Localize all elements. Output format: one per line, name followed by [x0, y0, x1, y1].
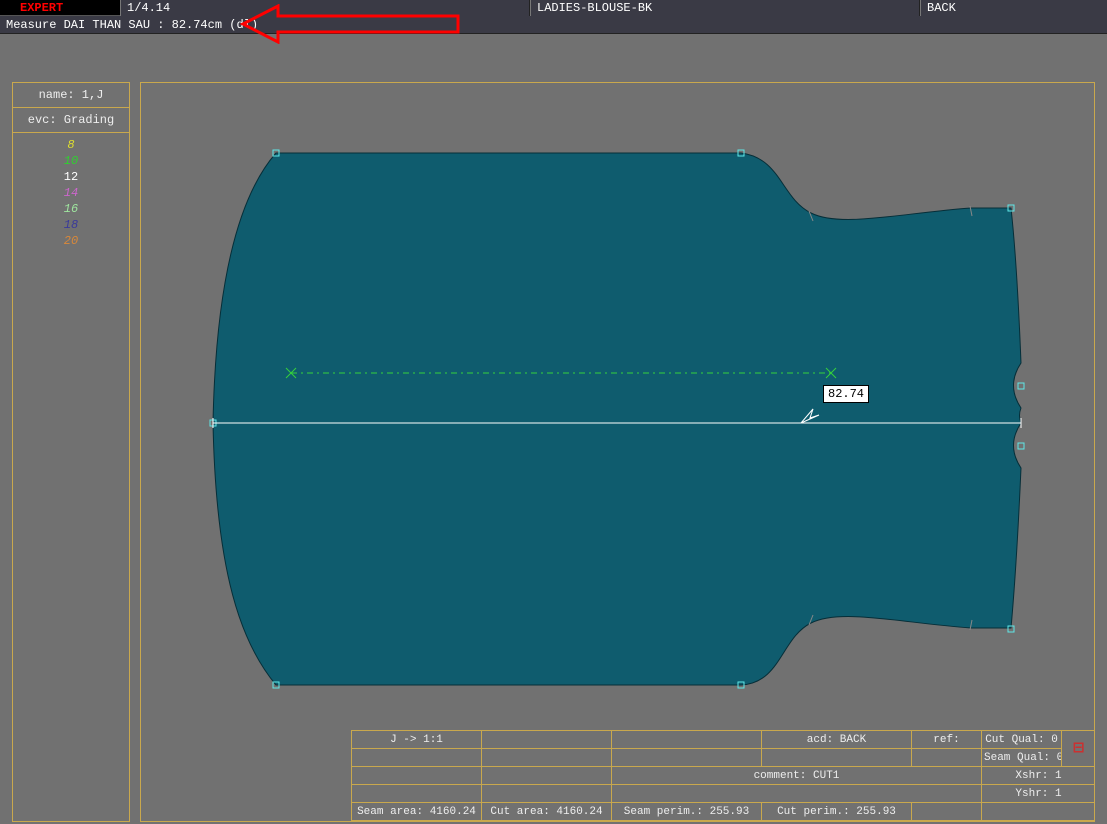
info-piece-ratio: J -> 1:1	[352, 731, 482, 749]
info-yshr: Yshr: 1	[982, 785, 1096, 803]
info-cut-area: Cut area: 4160.24	[482, 803, 612, 821]
info-comment: comment: CUT1	[612, 767, 982, 785]
workspace: name: 1,J evc: Grading 8 10 12 14 16 18 …	[0, 34, 1107, 824]
model-field[interactable]: LADIES-BLOUSE-BK	[530, 0, 920, 16]
info-seam-area: Seam area: 4160.24	[352, 803, 482, 821]
info-empty	[982, 803, 1096, 821]
scale-field[interactable]: 1/4.14	[120, 0, 530, 16]
info-empty	[482, 731, 612, 749]
info-cut-perim: Cut perim.: 255.93	[762, 803, 912, 821]
part-field[interactable]: BACK	[920, 0, 1107, 16]
measure-value-label: 82.74	[823, 385, 869, 403]
info-cut-qual: Cut Qual: 0	[982, 731, 1062, 749]
info-empty	[352, 767, 482, 785]
info-empty	[482, 767, 612, 785]
size-item[interactable]: 16	[13, 201, 129, 217]
size-item[interactable]: 12	[13, 169, 129, 185]
info-empty	[912, 749, 982, 767]
info-acd: acd: BACK	[762, 731, 912, 749]
size-item[interactable]: 14	[13, 185, 129, 201]
pattern-piece[interactable]	[213, 153, 1021, 685]
side-panel: name: 1,J evc: Grading 8 10 12 14 16 18 …	[12, 82, 130, 822]
info-empty	[612, 785, 982, 803]
measure-status-bar: Measure DAI THAN SAU : 82.74cm (dl)	[0, 16, 1107, 34]
info-seam-perim: Seam perim.: 255.93	[612, 803, 762, 821]
size-item[interactable]: 18	[13, 217, 129, 233]
size-list: 8 10 12 14 16 18 20	[13, 133, 129, 249]
piece-name-label: name: 1,J	[13, 83, 129, 108]
info-empty	[482, 785, 612, 803]
evc-label: evc: Grading	[13, 108, 129, 133]
info-seam-qual: Seam Qual: 0	[982, 749, 1062, 767]
pattern-svg	[141, 83, 1095, 822]
size-item[interactable]: 8	[13, 137, 129, 153]
info-empty	[612, 731, 762, 749]
drawing-canvas[interactable]: 82.74 J -> 1:1 acd: BACK r	[140, 82, 1095, 822]
info-empty	[352, 785, 482, 803]
info-xshr: Xshr: 1	[982, 767, 1096, 785]
info-empty	[912, 803, 982, 821]
app-mode-label: EXPERT	[0, 1, 120, 15]
logo-icon: ⊟	[1062, 731, 1096, 767]
info-empty	[482, 749, 612, 767]
info-empty	[762, 749, 912, 767]
size-item[interactable]: 10	[13, 153, 129, 169]
title-bar: EXPERT 1/4.14 LADIES-BLOUSE-BK BACK	[0, 0, 1107, 16]
size-item[interactable]: 20	[13, 233, 129, 249]
info-empty	[352, 749, 482, 767]
info-empty	[612, 749, 762, 767]
info-ref: ref:	[912, 731, 982, 749]
piece-info-panel: J -> 1:1 acd: BACK ref: Cut Qual: 0 ⊟ Se…	[351, 730, 1094, 821]
